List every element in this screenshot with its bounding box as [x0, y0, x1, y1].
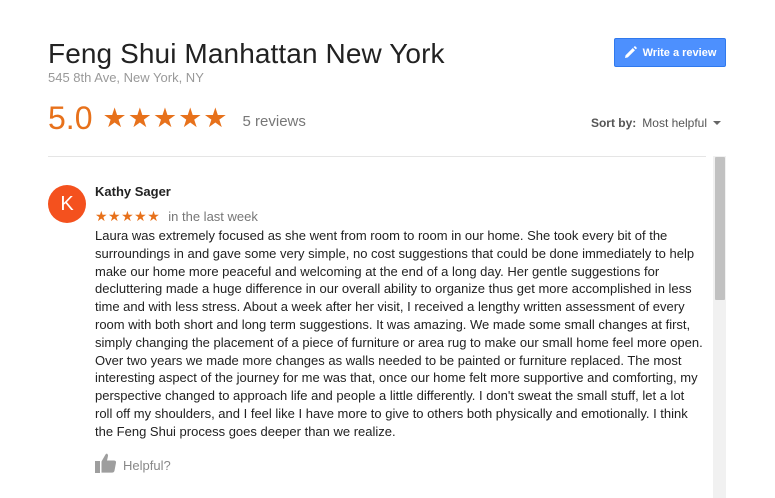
scrollbar-thumb[interactable]: [715, 157, 725, 300]
sort-label: Sort by:: [590, 116, 637, 130]
review-stars: ★★★★★: [95, 208, 161, 224]
pencil-icon: [624, 46, 637, 59]
reviewer-name[interactable]: Kathy Sager: [95, 184, 171, 199]
helpful-label: Helpful?: [123, 458, 171, 473]
write-review-button[interactable]: Write a review: [614, 38, 726, 67]
avatar[interactable]: K: [48, 185, 86, 223]
business-title: Feng Shui Manhattan New York: [48, 38, 445, 69]
review-time: in the last week: [168, 209, 258, 224]
rating-summary: 5.0 ★★★★★ 5 reviews: [48, 98, 306, 138]
sort-value: Most helpful: [642, 116, 707, 130]
rating-score: 5.0: [48, 99, 93, 136]
write-review-label: Write a review: [642, 46, 717, 59]
review-text: Laura was extremely focused as she went …: [95, 228, 703, 439]
sort-dropdown[interactable]: Sort by: Most helpful: [591, 116, 721, 130]
chevron-down-icon: [713, 121, 721, 125]
divider: [48, 156, 706, 157]
helpful-button[interactable]: Helpful?: [95, 453, 171, 478]
rating-stars: ★★★★★: [102, 102, 229, 133]
review-count[interactable]: 5 reviews: [243, 113, 306, 130]
thumbs-up-icon: [95, 453, 117, 478]
business-address: 545 8th Ave, New York, NY: [48, 70, 204, 85]
review-meta: ★★★★★ in the last week: [95, 208, 258, 225]
